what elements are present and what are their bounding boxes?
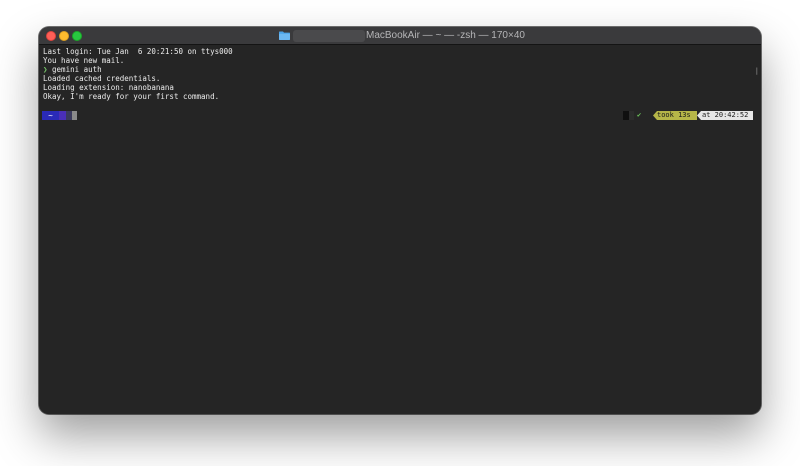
command-text: gemini auth [47, 65, 102, 74]
minimize-button[interactable] [59, 31, 69, 41]
terminal-content[interactable]: Last login: Tue Jan 6 20:21:50 on ttys00… [39, 45, 761, 414]
terminal-window: MacBookAir — ~ — -zsh — 170×40 Last logi… [39, 27, 761, 414]
scroll-marker: | [754, 67, 759, 75]
title-bar[interactable]: MacBookAir — ~ — -zsh — 170×40 [39, 27, 761, 45]
window-title: MacBookAir — ~ — -zsh — 170×40 [366, 30, 525, 41]
output-line: Loaded cached credentials. [43, 74, 161, 83]
duration-segment: took 13s [653, 111, 697, 120]
output-line: Okay, I'm ready for your first command. [43, 92, 220, 101]
prompt-redacted-segment [59, 111, 66, 120]
output-line: Loading extension: nanobanana [43, 83, 174, 92]
time-segment: at 20:42:52 [697, 111, 753, 120]
status-check-icon: ✔ [637, 111, 642, 119]
text-cursor [72, 111, 77, 120]
maximize-button[interactable] [72, 31, 82, 41]
mail-line: You have new mail. [43, 56, 125, 65]
redacted-username [293, 30, 365, 42]
close-button[interactable] [46, 31, 56, 41]
command-line: ❯ gemini auth [43, 65, 102, 74]
prompt-dir-segment: ~ [42, 111, 59, 120]
prompt-redacted-segment [629, 111, 634, 120]
folder-icon [279, 31, 290, 40]
login-line: Last login: Tue Jan 6 20:21:50 on ttys00… [43, 47, 233, 56]
